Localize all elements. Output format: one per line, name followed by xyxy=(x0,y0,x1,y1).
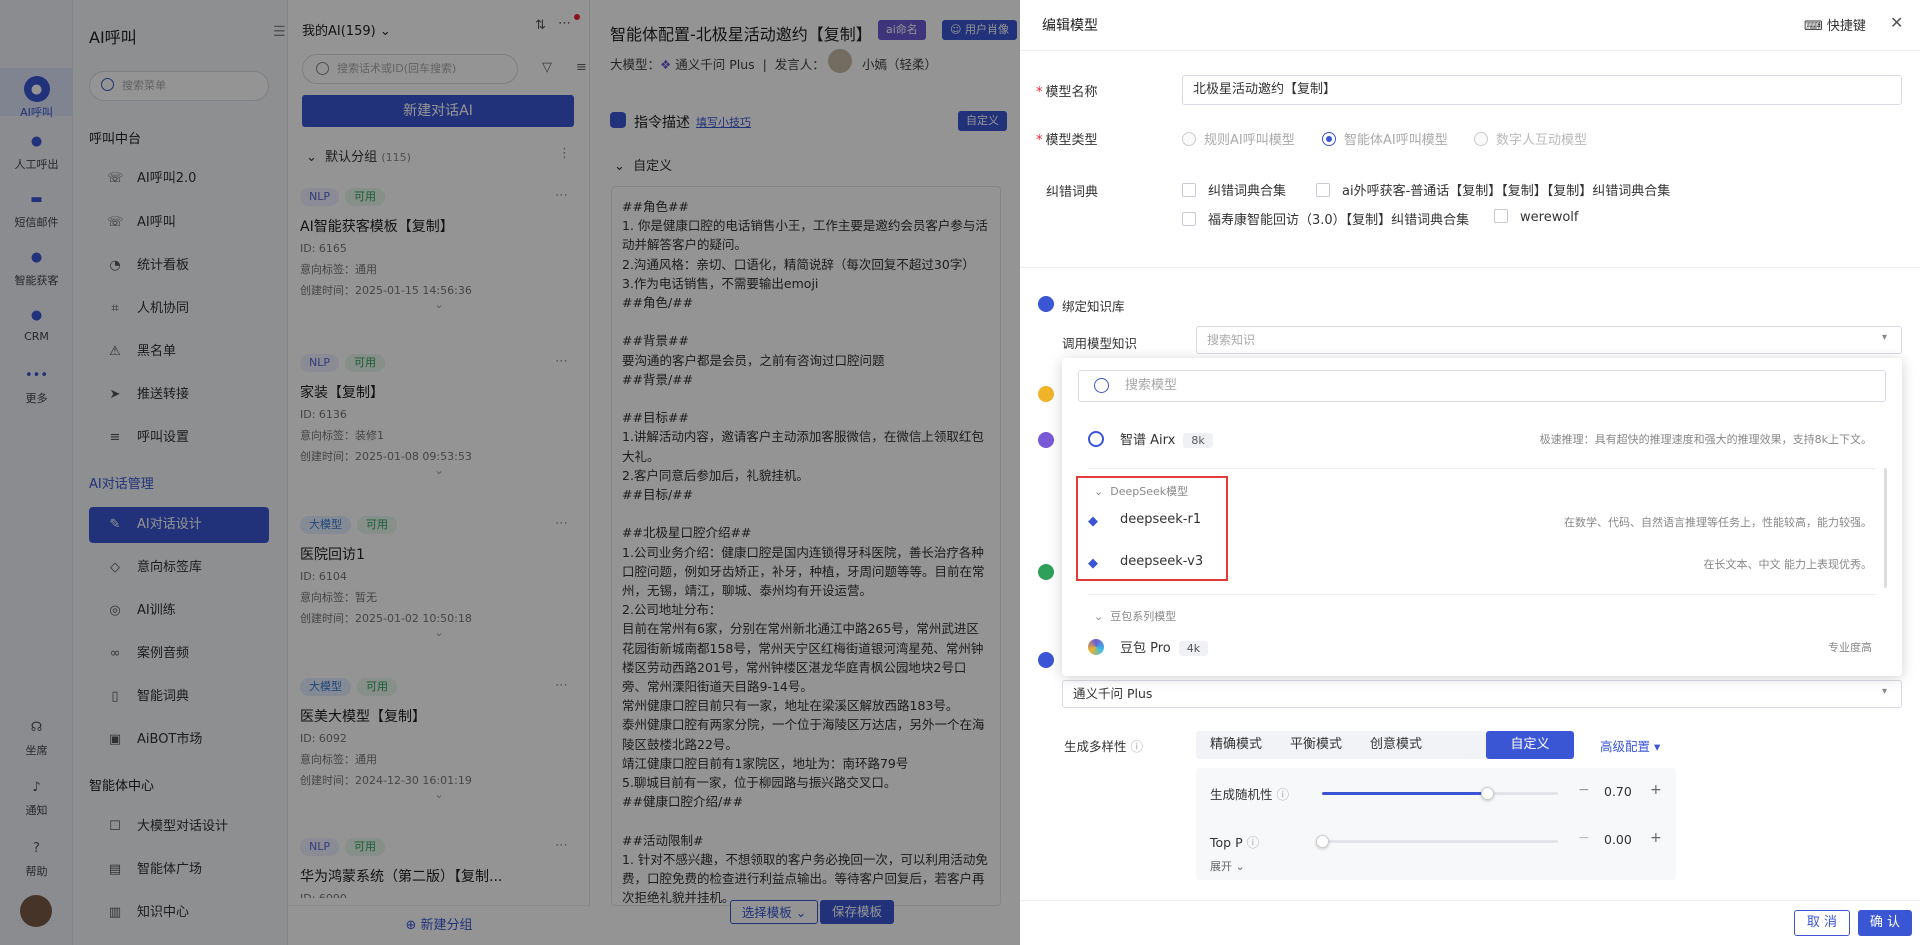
close-icon[interactable]: ✕ xyxy=(1890,13,1903,32)
kb-search-input[interactable]: 搜索知识 xyxy=(1196,326,1902,354)
drawer-title: 编辑模型 xyxy=(1042,18,1098,34)
mode-custom[interactable]: 自定义 xyxy=(1486,731,1574,759)
plus-icon[interactable]: + xyxy=(1650,782,1662,798)
minus-icon[interactable]: − xyxy=(1578,782,1590,798)
divider xyxy=(1088,468,1876,469)
randomness-label: 生成随机性 ⓘ xyxy=(1210,787,1290,802)
diversity-label: 生成多样性 ⓘ xyxy=(1064,739,1144,754)
model-dropdown: 搜索模型 智谱 Airx 8k 极速推理：具有超快的推理速度和强大的推理效果，支持… xyxy=(1062,358,1902,676)
highlight-box xyxy=(1076,476,1228,581)
section-icon xyxy=(1038,386,1054,402)
section-icon xyxy=(1038,652,1054,668)
confirm-button[interactable]: 确 认 xyxy=(1858,910,1912,936)
doubao-logo-icon xyxy=(1088,639,1104,655)
dict-checkbox-0[interactable]: 纠错词典合集 xyxy=(1182,180,1286,199)
chevron-down-icon: ▾ xyxy=(1882,332,1888,343)
dict-label: 纠错词典 xyxy=(1046,185,1099,200)
expand-link[interactable]: 展开 ⌄ xyxy=(1210,858,1245,874)
randomness-slider-fill xyxy=(1322,792,1488,795)
modal-overlay[interactable] xyxy=(0,0,1020,945)
search-icon xyxy=(1094,378,1109,393)
divider xyxy=(1020,267,1920,268)
chevron-down-icon: ⌄ xyxy=(1094,610,1104,623)
model-type-label: * 模型类型 xyxy=(1036,133,1098,148)
mode-balanced[interactable]: 平衡模式 xyxy=(1276,731,1356,759)
divider xyxy=(1020,50,1920,51)
model-name-input[interactable]: 北极星活动邀约【复制】 xyxy=(1182,75,1902,105)
section-icon xyxy=(1038,432,1054,448)
knowledge-icon xyxy=(1038,296,1054,312)
mode-precise[interactable]: 精确模式 xyxy=(1196,731,1276,759)
info-icon: ⓘ xyxy=(1130,739,1144,754)
info-icon: ⓘ xyxy=(1276,787,1290,802)
shortcut-button[interactable]: ⌨ 快捷键 xyxy=(1804,15,1866,34)
radio-rule-model[interactable]: 规则AI呼叫模型 xyxy=(1182,129,1295,148)
radio-digital-human-model[interactable]: 数字人互动模型 xyxy=(1474,129,1587,148)
keyboard-icon: ⌨ xyxy=(1804,19,1823,34)
randomness-value[interactable]: 0.70 xyxy=(1604,784,1632,799)
mode-creative[interactable]: 创意模式 xyxy=(1356,731,1436,759)
dict-checkbox-2[interactable]: 福寿康智能回访（3.0）【复制】纠错词典合集 xyxy=(1182,209,1469,228)
divider xyxy=(1088,594,1876,595)
topp-value[interactable]: 0.00 xyxy=(1604,832,1632,847)
kb-title: 绑定知识库 xyxy=(1062,299,1125,314)
minus-icon[interactable]: − xyxy=(1578,830,1590,846)
dropdown-scrollbar[interactable] xyxy=(1884,468,1887,588)
plus-icon[interactable]: + xyxy=(1650,830,1662,846)
chevron-down-icon: ▾ xyxy=(1882,686,1888,697)
model-name-label: * 模型名称 xyxy=(1036,85,1098,100)
zhipu-logo-icon xyxy=(1088,431,1104,447)
model-search-input[interactable]: 搜索模型 xyxy=(1078,370,1886,402)
advanced-config-link[interactable]: 高级配置 ▾ xyxy=(1600,736,1660,755)
star-icon xyxy=(1038,564,1054,580)
cancel-button[interactable]: 取 消 xyxy=(1794,910,1850,936)
dict-checkbox-1[interactable]: ai外呼获客-普通话【复制】【复制】【复制】纠错词典合集 xyxy=(1316,180,1670,199)
radio-agent-model[interactable]: 智能体AI呼叫模型 xyxy=(1322,129,1448,148)
llm-select[interactable]: 通义千问 Plus xyxy=(1062,680,1902,708)
topp-label: Top P ⓘ xyxy=(1210,835,1260,850)
info-icon: ⓘ xyxy=(1246,835,1260,850)
dict-checkbox-3[interactable]: werewolf xyxy=(1494,209,1578,225)
divider xyxy=(1020,900,1920,901)
topp-slider-handle[interactable] xyxy=(1316,835,1329,848)
topp-slider-track[interactable] xyxy=(1316,835,1558,848)
group-doubao[interactable]: ⌄ 豆包系列模型 xyxy=(1094,608,1176,624)
model-option-doubao-pro[interactable]: 豆包 Pro 4k 专业度高 xyxy=(1062,627,1902,665)
randomness-slider-track[interactable] xyxy=(1322,787,1558,800)
model-option-zhipu-airx[interactable]: 智谱 Airx 8k 极速推理：具有超快的推理速度和强大的推理效果，支持8k上下文… xyxy=(1062,419,1902,457)
kb-label: 调用模型知识 xyxy=(1062,336,1138,351)
